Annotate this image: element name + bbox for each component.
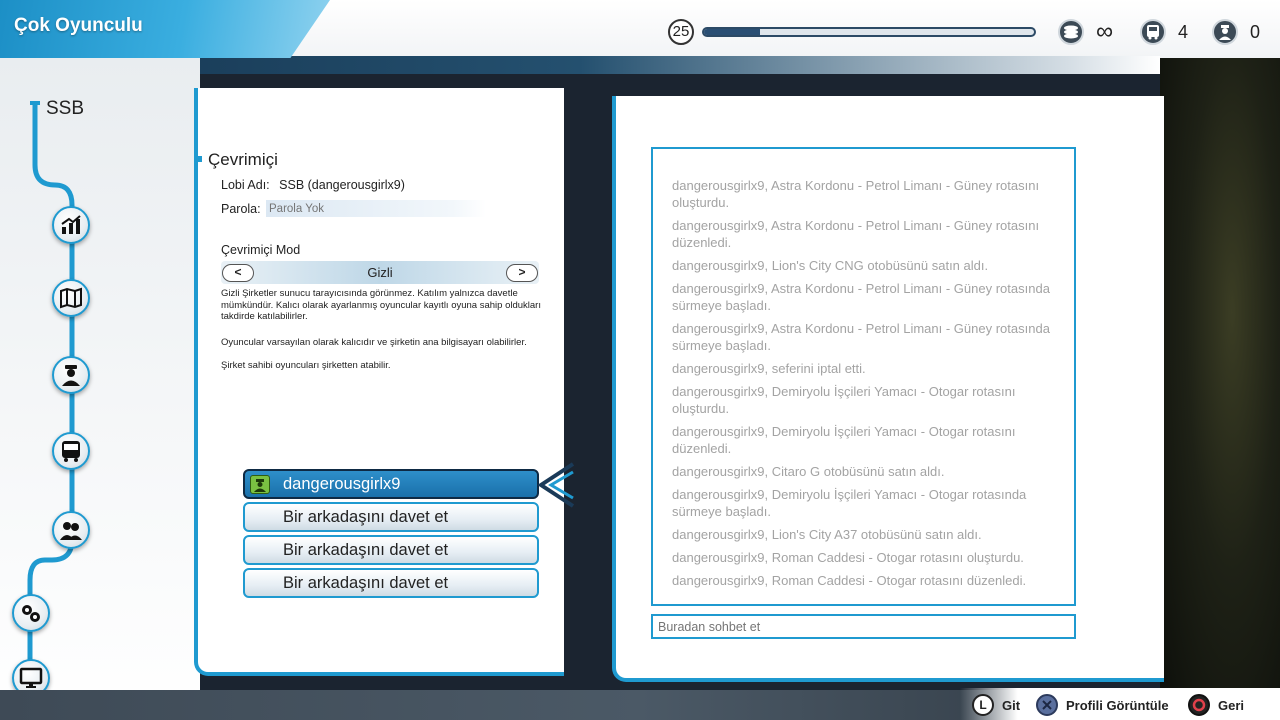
background-scenery bbox=[1160, 40, 1280, 720]
driver-icon bbox=[1212, 19, 1238, 45]
driver-count-stat: 0 bbox=[1212, 18, 1260, 46]
player-avatar-icon bbox=[250, 475, 270, 494]
chat-message: dangerousgirlx9, seferini iptal etti. bbox=[672, 361, 866, 376]
coins-icon bbox=[1058, 19, 1084, 45]
back-label: Geri bbox=[1218, 697, 1245, 713]
l-stick-icon: L bbox=[972, 694, 994, 716]
cross-button-icon bbox=[1036, 694, 1058, 716]
nav-drivers-button[interactable] bbox=[52, 356, 90, 394]
page-title: Çok Oyunculu bbox=[14, 15, 143, 36]
money-value: ∞ bbox=[1096, 18, 1114, 45]
chat-message: dangerousgirlx9, Roman Caddesi - Otogar … bbox=[672, 550, 1024, 565]
xp-progress-fill bbox=[704, 29, 761, 35]
online-mode-value: Gizli bbox=[367, 265, 393, 280]
nav-settings-button[interactable] bbox=[12, 594, 50, 632]
money-stat: ∞ bbox=[1058, 18, 1113, 46]
nav-map-button[interactable] bbox=[52, 279, 90, 317]
circle-button-icon bbox=[1188, 694, 1210, 716]
company-marker bbox=[30, 101, 40, 105]
mode-description-hosting: Oyuncular varsayılan olarak kalıcıdır ve… bbox=[221, 337, 527, 348]
chat-message: dangerousgirlx9, Citaro G otobüsünü satı… bbox=[672, 464, 945, 479]
nav-buses-button[interactable] bbox=[52, 432, 90, 470]
mode-description: Gizli Şirketler sunucu tarayıcısında gör… bbox=[221, 288, 541, 322]
lobby-name-row: Lobi Adı: SSB (dangerousgirlx9) bbox=[221, 178, 405, 192]
invite-friend-button[interactable]: Bir arkadaşını davet et bbox=[243, 568, 539, 598]
bus-icon bbox=[62, 441, 80, 462]
bus-count-value: 4 bbox=[1178, 21, 1189, 42]
map-icon bbox=[60, 287, 82, 309]
chat-message: dangerousgirlx9, Astra Kordonu - Petrol … bbox=[672, 281, 1050, 313]
monitor-icon bbox=[19, 667, 43, 688]
chat-message: dangerousgirlx9, Lion's City A37 otobüsü… bbox=[672, 527, 982, 542]
chart-icon bbox=[61, 215, 81, 234]
bus-count-stat: 4 bbox=[1140, 18, 1188, 46]
invite-friend-button[interactable]: Bir arkadaşını davet et bbox=[243, 502, 539, 532]
company-name: SSB bbox=[46, 98, 85, 119]
mode-prev-button[interactable]: < bbox=[222, 264, 254, 282]
password-input[interactable] bbox=[266, 200, 486, 217]
back-hint[interactable]: Geri bbox=[1188, 694, 1244, 716]
nav-players-button[interactable] bbox=[52, 511, 90, 549]
player-name: dangerousgirlx9 bbox=[283, 475, 401, 493]
chat-message: dangerousgirlx9, Astra Kordonu - Petrol … bbox=[672, 218, 1040, 250]
view-profile-label: Profili Görüntüle bbox=[1066, 697, 1169, 713]
driver-count-value: 0 bbox=[1250, 21, 1261, 42]
section-marker bbox=[196, 156, 202, 162]
chat-message: dangerousgirlx9, Demiryolu İşçileri Yama… bbox=[672, 384, 1016, 416]
driver-icon bbox=[62, 365, 80, 386]
lobby-name-value: SSB (dangerousgirlx9) bbox=[279, 178, 405, 192]
selection-arrow-icon bbox=[537, 462, 575, 508]
online-mode-label: Çevrimiçi Mod bbox=[221, 243, 301, 257]
chat-message: dangerousgirlx9, Roman Caddesi - Otogar … bbox=[672, 573, 1027, 588]
lobby-name-label: Lobi Adı: bbox=[221, 178, 270, 192]
password-label: Parola: bbox=[221, 202, 261, 216]
xp-progress-bar bbox=[702, 27, 1036, 37]
go-label: Git bbox=[1002, 697, 1021, 713]
chat-message: dangerousgirlx9, Astra Kordonu - Petrol … bbox=[672, 321, 1050, 353]
mode-description-kick: Şirket sahibi oyuncuları şirketten atabi… bbox=[221, 360, 391, 371]
view-profile-hint[interactable]: Profili Görüntüle bbox=[1036, 694, 1169, 716]
chat-message: dangerousgirlx9, Demiryolu İşçileri Yama… bbox=[672, 424, 1016, 456]
go-hint[interactable]: L Git bbox=[972, 694, 1020, 716]
chat-log[interactable]: dangerousgirlx9, Astra Kordonu - Petrol … bbox=[651, 147, 1076, 606]
mode-next-button[interactable]: > bbox=[506, 264, 538, 282]
chat-message: dangerousgirlx9, Lion's City CNG otobüsü… bbox=[672, 258, 989, 273]
bus-icon bbox=[1140, 19, 1166, 45]
chat-input[interactable] bbox=[651, 614, 1076, 639]
players-icon bbox=[60, 522, 82, 540]
chat-message: dangerousgirlx9, Demiryolu İşçileri Yama… bbox=[672, 487, 1027, 519]
nav-statistics-button[interactable] bbox=[52, 206, 90, 244]
level-badge: 25 bbox=[668, 19, 694, 45]
chat-message: dangerousgirlx9, Astra Kordonu - Petrol … bbox=[672, 178, 1040, 210]
online-title: Çevrimiçi bbox=[208, 150, 278, 169]
player-slot-host[interactable]: dangerousgirlx9 bbox=[243, 469, 539, 499]
gears-icon bbox=[22, 605, 40, 622]
invite-friend-button[interactable]: Bir arkadaşını davet et bbox=[243, 535, 539, 565]
